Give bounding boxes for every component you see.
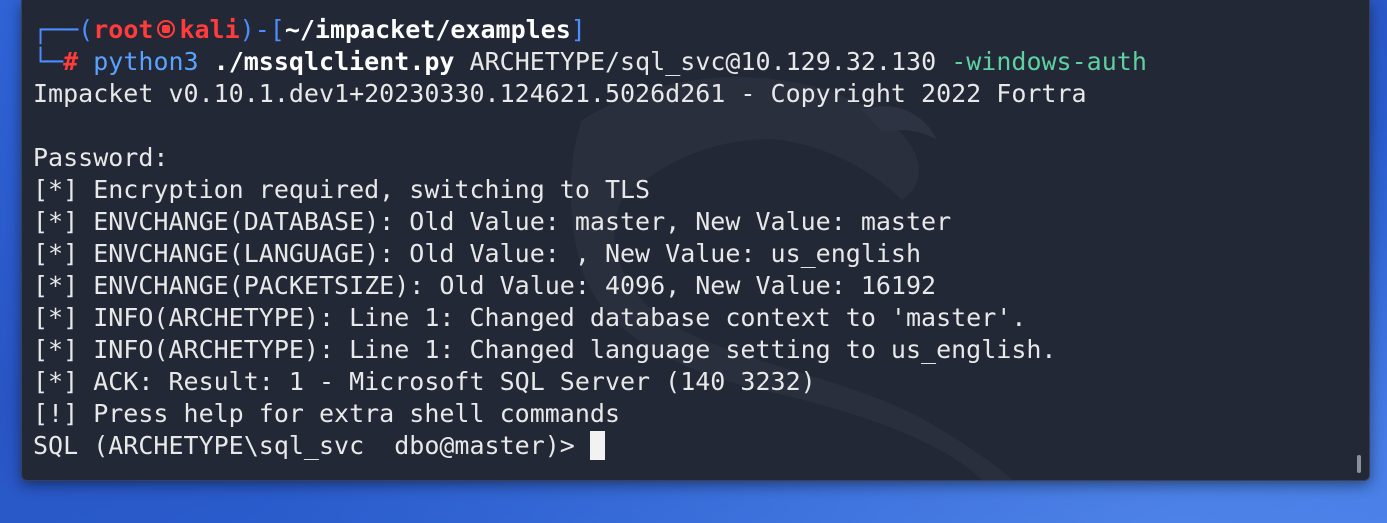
- kali-skull-icon: [157, 20, 176, 38]
- prompt-path-prefix: )-[: [239, 15, 285, 44]
- output-line: Password:: [33, 143, 169, 172]
- prompt-open-bracket: ┌──(: [33, 15, 94, 44]
- sql-prompt-line[interactable]: SQL (ARCHETYPE\sql_svc dbo@master)>: [33, 430, 1339, 462]
- output-line: [*] INFO(ARCHETYPE): Line 1: Changed lan…: [33, 335, 1057, 364]
- output-line: [*] ENVCHANGE(LANGUAGE): Old Value: , Ne…: [33, 239, 922, 268]
- prompt-user: root: [93, 15, 154, 44]
- command-line: └─# python3 ./mssqlclient.py ARCHETYPE/s…: [33, 46, 1339, 78]
- output-line: [*] Encryption required, switching to TL…: [33, 175, 651, 204]
- command-target: ARCHETYPE/sql_svc@10.129.32.130: [469, 47, 937, 76]
- prompt-branch: └─: [33, 47, 64, 76]
- scrollbar-thumb[interactable]: [1357, 455, 1361, 473]
- prompt-path: ~/impacket/examples: [284, 15, 571, 44]
- output-line: [*] ENVCHANGE(DATABASE): Old Value: mast…: [33, 207, 952, 236]
- prompt-path-suffix: ]: [570, 15, 586, 44]
- terminal-window[interactable]: ┌──(root kali)-[~/impacket/examples] └─# …: [21, 0, 1370, 481]
- prompt-symbol: #: [63, 47, 79, 76]
- prompt-host: kali: [179, 15, 240, 44]
- command-script: ./mssqlclient.py: [213, 47, 455, 76]
- output-line: [*] INFO(ARCHETYPE): Line 1: Changed dat…: [33, 303, 1027, 332]
- prompt-line: ┌──(root kali)-[~/impacket/examples]: [33, 14, 1339, 46]
- command-program: python3: [93, 47, 199, 76]
- output-line: [*] ENVCHANGE(PACKETSIZE): Old Value: 40…: [33, 271, 937, 300]
- text-cursor[interactable]: [589, 430, 605, 460]
- sql-prompt: SQL (ARCHETYPE\sql_svc dbo@master)>: [33, 431, 590, 460]
- output-line: [*] ACK: Result: 1 - Microsoft SQL Serve…: [33, 367, 816, 396]
- output-line: Impacket v0.10.1.dev1+20230330.124621.50…: [33, 79, 1087, 108]
- command-flag: -windows-auth: [951, 47, 1147, 76]
- output-line: [!] Press help for extra shell commands: [33, 399, 620, 428]
- terminal-output: ┌──(root kali)-[~/impacket/examples] └─# …: [33, 14, 1339, 470]
